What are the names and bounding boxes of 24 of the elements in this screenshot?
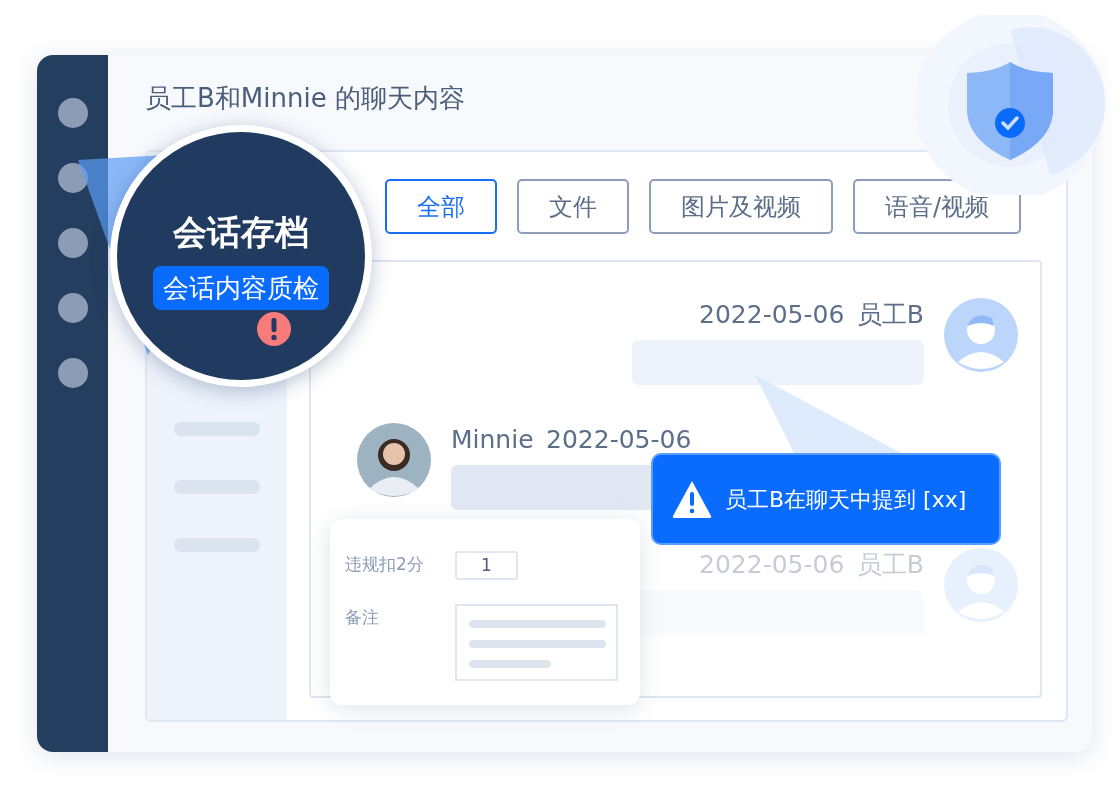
avatar-icon: [944, 298, 1018, 372]
avatar-icon: [944, 548, 1018, 622]
filter-tab[interactable]: 图片及视频: [649, 179, 833, 234]
filter-tab[interactable]: 全部: [385, 179, 497, 234]
nav-dot-icon[interactable]: [57, 228, 88, 258]
filter-tab[interactable]: 语音/视频: [853, 179, 1022, 234]
warning-icon: [671, 479, 713, 519]
nav-dot-icon[interactable]: [57, 163, 88, 193]
message-header: 2022-05-06 员工B: [699, 299, 924, 331]
field-label: 违规扣2分: [345, 553, 425, 576]
magnifier-title: 会话存档: [173, 211, 309, 254]
score-field[interactable]: 1: [455, 551, 518, 580]
field-label: 备注: [345, 606, 380, 629]
message-header: 2022-05-06 员工B: [699, 549, 924, 581]
filter-tab[interactable]: 文件: [517, 179, 629, 234]
message-header: Minnie 2022-05-06: [451, 424, 693, 456]
nav-dot-icon[interactable]: [57, 98, 88, 128]
note-field[interactable]: [455, 604, 618, 681]
chat-title: 员工B和Minnie 的聊天内容: [145, 82, 466, 115]
feature-badge: 会话内容质检: [153, 266, 329, 310]
warning-icon: [257, 312, 291, 346]
alert-text: 员工B在聊天中提到 [xx]: [725, 485, 967, 514]
nav-dot-icon[interactable]: [57, 358, 88, 388]
nav-dot-icon[interactable]: [57, 293, 88, 323]
